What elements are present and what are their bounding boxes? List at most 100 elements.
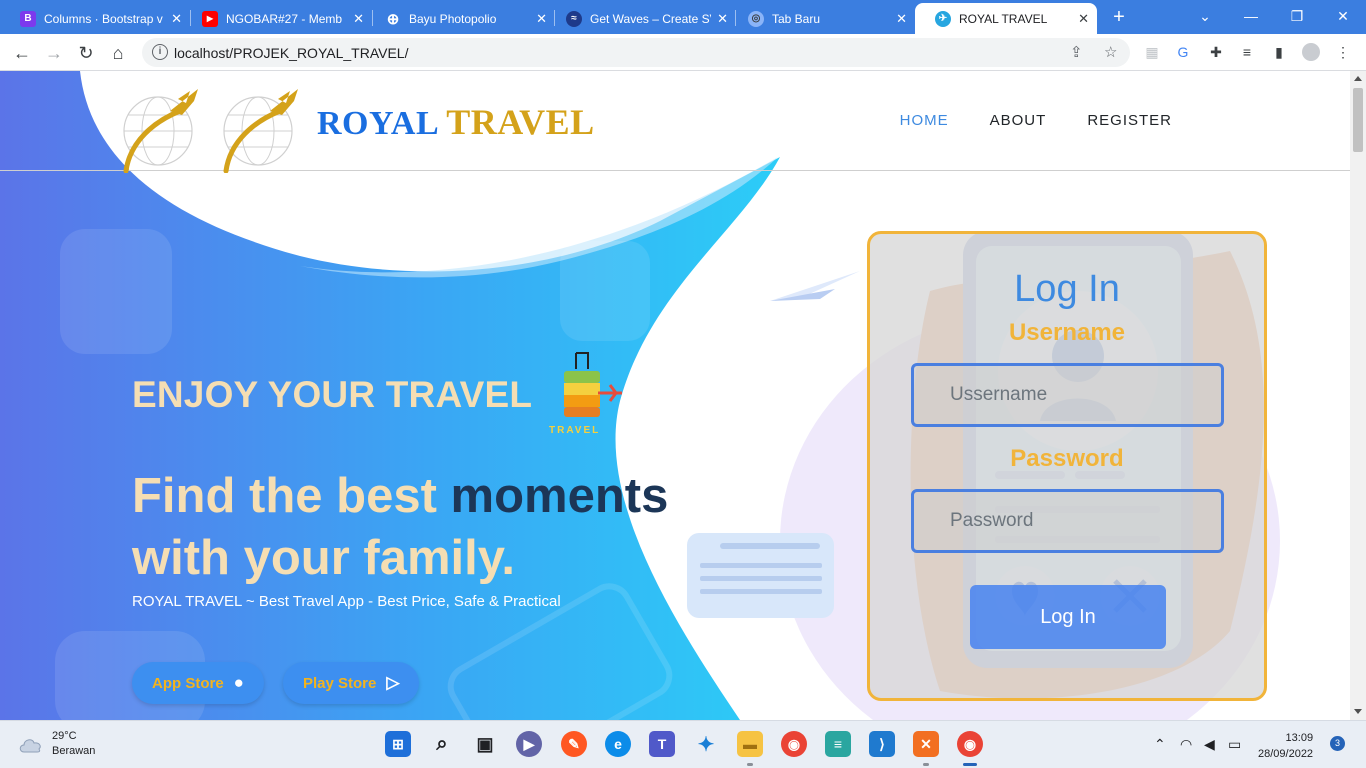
username-label: Username: [1008, 319, 1126, 346]
play-store-label: Play Store: [303, 674, 377, 692]
running-indicator: [923, 763, 929, 766]
folder-icon[interactable]: ▬: [737, 731, 763, 757]
volume-icon[interactable]: ◀: [1204, 736, 1215, 753]
clock-time: 13:09: [1285, 732, 1314, 744]
address-bar[interactable]: i localhost/PROJEK_ROYAL_TRAVEL/ ⇪ ☆: [142, 38, 1130, 67]
close-icon[interactable]: ✕: [171, 11, 182, 27]
close-icon[interactable]: ✕: [896, 11, 907, 27]
bootstrap-icon: B: [20, 10, 36, 27]
tab-title: Columns · Bootstrap v: [44, 11, 163, 26]
plane-icon: ✈: [935, 10, 951, 27]
browser-tab[interactable]: ⊕ Bayu Photopolio ✕: [365, 3, 555, 34]
url-text: localhost/PROJEK_ROYAL_TRAVEL/: [174, 45, 409, 61]
teams-icon[interactable]: T: [649, 731, 675, 757]
bookmark-star-icon[interactable]: ☆: [1104, 43, 1117, 61]
start-icon[interactable]: ⊞: [385, 731, 411, 757]
menu-icon[interactable]: ⋮: [1334, 43, 1352, 61]
back-button[interactable]: ←: [9, 40, 35, 66]
reload-button[interactable]: ↻: [73, 40, 99, 66]
suitcase-logo: TRAVEL: [549, 352, 622, 436]
brand-logo[interactable]: ROYAL TRAVEL: [317, 101, 595, 143]
new-tab-button[interactable]: +: [1108, 6, 1130, 28]
clock-date: 28/09/2022: [1258, 748, 1314, 760]
scrollbar-thumb[interactable]: [1353, 88, 1363, 152]
browser-tab[interactable]: ▶ NGOBAR#27 - Memb ✕: [182, 3, 372, 34]
weather-condition: Berawan: [52, 745, 96, 757]
globe-icon: ⊕: [386, 10, 400, 28]
tab-search-button[interactable]: ⌄: [1182, 4, 1228, 28]
chrome-icon: ◎: [748, 10, 764, 27]
password-label: Password: [1010, 445, 1124, 472]
browser-tab[interactable]: B Columns · Bootstrap v ✕: [0, 3, 190, 34]
waves-icon: ≈: [566, 10, 582, 27]
profile-avatar[interactable]: [1302, 43, 1320, 61]
restore-button[interactable]: ❐: [1274, 4, 1320, 28]
notification-badge[interactable]: 3: [1330, 736, 1345, 751]
dolphin-icon[interactable]: ✦: [693, 731, 719, 757]
browser-tab-active[interactable]: ✈ ROYAL TRAVEL ✕: [915, 3, 1097, 34]
window-close-button[interactable]: ✕: [1320, 4, 1366, 28]
browser-tab[interactable]: ◎ Tab Baru ✕: [728, 3, 915, 34]
brand-royal: ROYAL: [317, 105, 438, 142]
chat-icon[interactable]: ▶: [516, 731, 542, 757]
play-store-button[interactable]: Play Store ▷: [283, 662, 420, 704]
info-icon[interactable]: i: [152, 44, 168, 60]
chrome-profile-icon[interactable]: ◉: [957, 731, 983, 757]
windows-taskbar: 29°C Berawan ⊞ ⌕ ▣ ▶ ✎ e T ✦ ▬ ◉ ≡ ⟩ ✕ ◉…: [0, 720, 1366, 768]
headline-highlight: moments: [450, 469, 669, 523]
weather-widget[interactable]: 29°C Berawan: [18, 729, 95, 759]
web-page: ROYAL TRAVEL HOME ABOUT REGISTER ENJOY Y…: [0, 71, 1350, 720]
task-view-icon[interactable]: ▣: [472, 731, 498, 757]
tab-title: ROYAL TRAVEL: [959, 11, 1048, 26]
login-button[interactable]: Log In: [970, 585, 1166, 649]
app-store-label: App Store: [152, 674, 224, 692]
extension-icon[interactable]: ▦: [1143, 43, 1161, 61]
active-indicator: [963, 763, 977, 766]
nav-links: HOME ABOUT REGISTER: [900, 112, 1172, 129]
hero-kicker: ENJOY YOUR TRAVEL: [132, 374, 533, 415]
minimize-button[interactable]: —: [1228, 4, 1274, 28]
play-icon: ▷: [386, 673, 400, 692]
pencil-app-icon[interactable]: ✎: [561, 731, 587, 757]
nav-home[interactable]: HOME: [900, 112, 949, 129]
youtube-icon: ▶: [202, 10, 218, 27]
close-icon[interactable]: ✕: [353, 11, 364, 27]
share-icon[interactable]: ⇪: [1070, 43, 1083, 61]
browser-tab[interactable]: ≈ Get Waves – Create SV ✕: [546, 3, 736, 34]
password-input[interactable]: [911, 489, 1224, 553]
apple-icon: ●: [233, 673, 244, 692]
globe-plane-logo: [223, 89, 298, 173]
close-icon[interactable]: ✕: [1078, 11, 1089, 27]
home-button[interactable]: ⌂: [105, 40, 131, 66]
app-store-button[interactable]: App Store ●: [132, 662, 264, 704]
cloud-icon: [19, 739, 41, 753]
vscode-icon[interactable]: ⟩: [869, 731, 895, 757]
scroll-down-arrow[interactable]: [1354, 709, 1362, 714]
edge-icon[interactable]: e: [605, 731, 631, 757]
search-icon[interactable]: ⌕: [429, 731, 455, 757]
globe-plane-logo: [123, 89, 198, 173]
battery-icon[interactable]: ▭: [1228, 736, 1241, 753]
chrome-icon[interactable]: ◉: [781, 731, 807, 757]
running-indicator: [747, 763, 753, 766]
notepad-icon[interactable]: ≡: [825, 731, 851, 757]
headline-part-a: Find the best: [132, 469, 451, 523]
suitcase-text: TRAVEL: [549, 425, 600, 436]
side-panel-icon[interactable]: ▮: [1270, 43, 1288, 61]
wifi-icon[interactable]: ◠: [1180, 736, 1192, 753]
username-input[interactable]: [911, 363, 1224, 427]
puzzle-icon[interactable]: ✚: [1207, 43, 1225, 61]
nav-about[interactable]: ABOUT: [990, 112, 1047, 129]
login-title: Log In: [1014, 268, 1120, 310]
browser-tab-strip: B Columns · Bootstrap v ✕ ▶ NGOBAR#27 - …: [0, 0, 1366, 34]
chevron-up-icon[interactable]: ⌃: [1154, 736, 1166, 753]
page-scrollbar[interactable]: [1350, 71, 1366, 720]
media-icon[interactable]: ≡: [1238, 43, 1256, 61]
scroll-up-arrow[interactable]: [1354, 76, 1362, 81]
system-clock[interactable]: 13:09 28/09/2022: [1258, 730, 1313, 762]
nav-register[interactable]: REGISTER: [1087, 112, 1172, 129]
xampp-icon[interactable]: ✕: [913, 731, 939, 757]
forward-button[interactable]: →: [41, 40, 67, 66]
translate-icon[interactable]: G: [1174, 43, 1192, 61]
close-icon[interactable]: ✕: [717, 11, 728, 27]
